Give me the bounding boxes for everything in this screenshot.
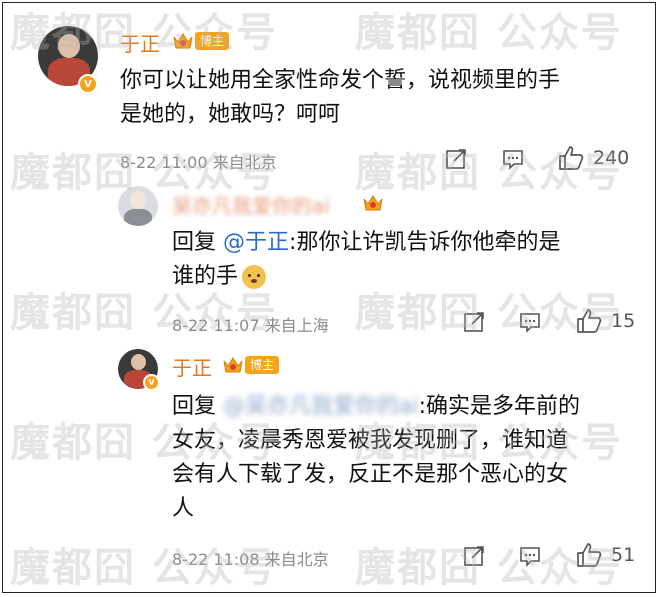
comment-line: 是她的，她敢吗？呵呵 xyxy=(120,102,341,127)
badge-label: 博主 xyxy=(245,356,280,374)
like-icon xyxy=(577,543,602,567)
avatar[interactable] xyxy=(118,186,158,226)
verified-icon: V xyxy=(143,374,160,391)
like-button[interactable]: 240 xyxy=(557,144,629,172)
comment-button[interactable] xyxy=(501,147,525,171)
comment-text: 回复 @吴亦凡我爱你的ai:确实是多年前的 女友，凌晨秀恩爱被我发现删了，谁知道… xyxy=(172,390,642,526)
share-icon xyxy=(464,312,484,332)
comment-icon xyxy=(520,547,540,567)
like-button[interactable]: 51 xyxy=(575,541,635,569)
comment-icon xyxy=(503,150,523,170)
badge-label: 博主 xyxy=(195,32,230,50)
comment-line: 你可以让她用全家性命发个誓，说视频里的手 xyxy=(120,68,561,93)
like-count: 240 xyxy=(593,147,630,169)
comment-date: 8-22 11:07 xyxy=(172,316,260,335)
comment-date: 8-22 11:00 xyxy=(120,153,208,172)
comment-line: 谁的手 xyxy=(172,260,560,294)
comment-line: 人 xyxy=(172,496,195,521)
comment-meta: 8-22 11:08 来自北京 xyxy=(172,546,329,570)
share-button[interactable] xyxy=(462,544,486,568)
comment-text: 回复 @于正:那你让许凯告诉你他牵的是 谁的手 xyxy=(172,226,560,294)
comment-source: 来自北京 xyxy=(264,550,329,569)
comment-line: 女友，凌晨秀恩爱被我发现删了，谁知道 xyxy=(172,428,569,453)
share-icon xyxy=(464,546,484,566)
share-button[interactable] xyxy=(444,147,468,171)
blogger-badge: 博主 xyxy=(172,31,230,51)
comment-line: 会有人下载了发，反正不是那个恶心的女 xyxy=(172,462,569,487)
comment-icon xyxy=(520,313,540,333)
like-button[interactable]: 15 xyxy=(575,307,635,335)
share-button[interactable] xyxy=(462,310,486,334)
comment-button[interactable] xyxy=(518,544,542,568)
username[interactable]: 于正 xyxy=(120,28,160,57)
comment-line: 回复 @于正:那你让许凯告诉你他牵的是 xyxy=(172,230,561,255)
blogger-badge: 博主 xyxy=(222,355,280,375)
like-count: 15 xyxy=(611,310,636,332)
comment-date: 8-22 11:08 xyxy=(172,550,260,569)
verified-icon: V xyxy=(78,74,98,94)
crown-icon xyxy=(223,357,243,373)
crown-icon xyxy=(173,33,193,49)
username[interactable]: 吴亦凡我爱你的ai xyxy=(172,190,330,219)
mention-link[interactable]: @于正 xyxy=(223,230,289,255)
comment-line: 回复 @吴亦凡我爱你的ai:确实是多年前的 xyxy=(172,394,581,419)
doge-emoji xyxy=(242,265,267,289)
like-icon xyxy=(559,146,584,170)
like-icon xyxy=(577,309,602,333)
username[interactable]: 于正 xyxy=(172,352,212,381)
comment-button[interactable] xyxy=(518,310,542,334)
comment-source: 来自北京 xyxy=(212,153,277,172)
share-icon xyxy=(446,149,466,169)
comment-text: 你可以让她用全家性命发个誓，说视频里的手 是她的，她敢吗？呵呵 xyxy=(120,64,560,132)
comment-source: 来自上海 xyxy=(264,316,329,335)
comment-meta: 8-22 11:00 来自北京 xyxy=(120,149,277,173)
crown-icon xyxy=(363,195,383,211)
comment-meta: 8-22 11:07 来自上海 xyxy=(172,312,329,336)
mention-link[interactable]: @吴亦凡我爱你的ai xyxy=(223,394,419,419)
like-count: 51 xyxy=(611,544,636,566)
